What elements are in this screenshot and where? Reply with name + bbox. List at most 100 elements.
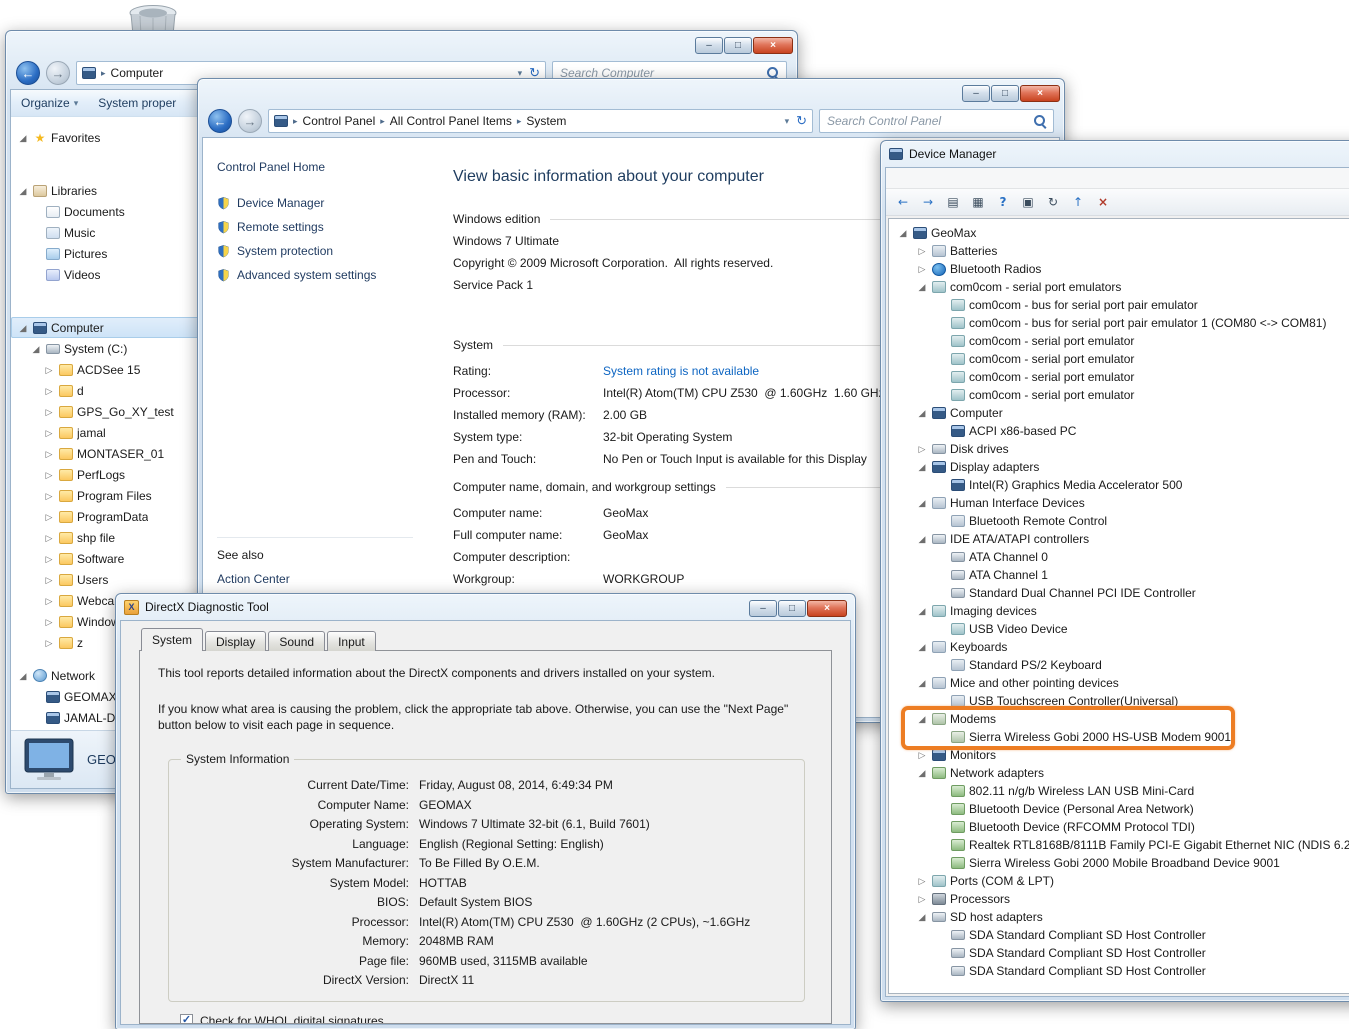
properties-icon[interactable] [967, 192, 989, 213]
help-icon[interactable] [992, 192, 1014, 213]
expander-icon[interactable]: ◢ [916, 533, 928, 545]
expander-icon[interactable]: ▷ [43, 595, 55, 607]
expander-icon[interactable]: ◢ [916, 641, 928, 653]
expander-icon[interactable]: ◢ [916, 767, 928, 779]
organize-button[interactable]: Organize ▾ [21, 96, 78, 110]
whql-checkbox[interactable]: ✓ Check for WHQL digital signatures [180, 1014, 817, 1023]
tree-item-folder[interactable]: ▷ d [11, 380, 199, 401]
expander-icon[interactable]: ◢ [916, 911, 928, 923]
expander-icon[interactable]: ▷ [916, 893, 928, 905]
maximize-button[interactable] [724, 37, 752, 54]
minimize-button[interactable] [749, 600, 777, 617]
tree-item-folder[interactable]: ▷ shp file [11, 527, 199, 548]
show-icon[interactable] [942, 192, 964, 213]
close-button[interactable] [753, 37, 793, 54]
device-item[interactable]: Standard PS/2 Keyboard [889, 656, 1349, 674]
expander-icon[interactable]: ◢ [916, 407, 928, 419]
search-box[interactable]: Search Control Panel [819, 109, 1054, 133]
tree-item-folder[interactable]: ▷ jamal [11, 422, 199, 443]
tree-item-folder[interactable]: ▷ ACDSee 15 [11, 359, 199, 380]
uninstall-icon[interactable] [1092, 192, 1114, 213]
expander-icon[interactable]: ◢ [17, 132, 29, 144]
expander-icon[interactable]: ▷ [43, 553, 55, 565]
sidebar-item-remote-settings[interactable]: Remote settings [217, 220, 433, 234]
expander-icon[interactable]: ▷ [43, 511, 55, 523]
tree-item-computer[interactable]: ◢ Computer [11, 317, 199, 338]
device-category-disk-drives[interactable]: ▷ Disk drives [889, 440, 1349, 458]
device-category-bluetooth-radios[interactable]: ▷ Bluetooth Radios [889, 260, 1349, 278]
device-item[interactable]: com0com - serial port emulator [889, 350, 1349, 368]
expander-icon[interactable]: ◢ [17, 670, 29, 682]
expander-icon[interactable]: ▷ [916, 875, 928, 887]
expander-icon[interactable]: ◢ [916, 713, 928, 725]
expander-icon[interactable]: ▷ [43, 448, 55, 460]
back-button[interactable]: ← [208, 109, 232, 133]
device-item[interactable]: 802.11 n/g/b Wireless LAN USB Mini-Card [889, 782, 1349, 800]
tab-display[interactable]: Display [205, 631, 267, 651]
device-item[interactable]: Standard Dual Channel PCI IDE Controller [889, 584, 1349, 602]
device-item[interactable]: USB Touchscreen Controller(Universal) [889, 692, 1349, 710]
tree-item-pictures[interactable]: Pictures [11, 243, 199, 264]
device-category-ports[interactable]: ▷ Ports (COM & LPT) [889, 872, 1349, 890]
device-item[interactable]: SDA Standard Compliant SD Host Controlle… [889, 962, 1349, 980]
expander-icon[interactable]: ▷ [43, 532, 55, 544]
device-item[interactable]: Intel(R) Graphics Media Accelerator 500 [889, 476, 1349, 494]
device-category-mice[interactable]: ◢ Mice and other pointing devices [889, 674, 1349, 692]
device-item-sierra-modem[interactable]: Sierra Wireless Gobi 2000 HS-USB Modem 9… [889, 728, 1349, 746]
expander-icon[interactable]: ▷ [43, 427, 55, 439]
device-item[interactable]: USB Video Device [889, 620, 1349, 638]
tab-system[interactable]: System [141, 628, 204, 651]
expander-icon[interactable]: ◢ [897, 227, 909, 239]
device-item[interactable]: SDA Standard Compliant SD Host Controlle… [889, 926, 1349, 944]
refresh-icon[interactable]: ↻ [796, 113, 807, 129]
breadcrumb-control-panel[interactable]: Control Panel [303, 114, 376, 128]
maximize-button[interactable] [991, 85, 1019, 102]
tab-input[interactable]: Input [327, 631, 376, 651]
expander-icon[interactable]: ▷ [43, 490, 55, 502]
address-dropdown-icon[interactable]: ▾ [785, 116, 790, 127]
expander-icon[interactable]: ▷ [43, 637, 55, 649]
device-category-monitors[interactable]: ▷ Monitors [889, 746, 1349, 764]
minimize-button[interactable] [695, 37, 723, 54]
device-item[interactable]: SDA Standard Compliant SD Host Controlle… [889, 944, 1349, 962]
device-item[interactable]: com0com - bus for serial port pair emula… [889, 314, 1349, 332]
close-button[interactable] [807, 600, 847, 617]
expander-icon[interactable]: ▷ [43, 469, 55, 481]
sidebar-item-control-panel-home[interactable]: Control Panel Home [217, 160, 433, 174]
device-category-ide[interactable]: ◢ IDE ATA/ATAPI controllers [889, 530, 1349, 548]
maximize-button[interactable] [778, 600, 806, 617]
tree-item-folder[interactable]: ▷ ProgramData [11, 506, 199, 527]
tree-item-favorites[interactable]: ◢ Favorites [11, 127, 199, 148]
device-category-computer[interactable]: ◢ Computer [889, 404, 1349, 422]
device-item[interactable]: Realtek RTL8168B/8111B Family PCI-E Giga… [889, 836, 1349, 854]
forward-button[interactable]: → [46, 61, 70, 85]
expander-icon[interactable]: ▷ [916, 443, 928, 455]
breadcrumb-all-items[interactable]: All Control Panel Items [390, 114, 512, 128]
device-category-modems[interactable]: ◢ Modems [889, 710, 1349, 728]
sidebar-item-device-manager[interactable]: Device Manager [217, 196, 433, 210]
tree-item-folder[interactable]: ▷ GPS_Go_XY_test [11, 401, 199, 422]
tree-item-folder[interactable]: ▷ PerfLogs [11, 464, 199, 485]
tree-item-system-c[interactable]: ◢ System (C:) [11, 338, 199, 359]
expander-icon[interactable]: ◢ [17, 322, 29, 334]
device-item[interactable]: Bluetooth Device (RFCOMM Protocol TDI) [889, 818, 1349, 836]
device-item[interactable]: Bluetooth Remote Control [889, 512, 1349, 530]
device-item[interactable]: ATA Channel 0 [889, 548, 1349, 566]
expander-icon[interactable]: ▷ [43, 385, 55, 397]
device-icon[interactable] [1017, 192, 1039, 213]
expander-icon[interactable]: ◢ [30, 343, 42, 355]
device-category-com0com[interactable]: ◢ com0com - serial port emulators [889, 278, 1349, 296]
device-item[interactable]: com0com - serial port emulator [889, 368, 1349, 386]
breadcrumb-computer[interactable]: Computer [111, 66, 164, 80]
expander-icon[interactable]: ◢ [916, 605, 928, 617]
expander-icon[interactable]: ▷ [43, 364, 55, 376]
device-item[interactable]: com0com - bus for serial port pair emula… [889, 296, 1349, 314]
expander-icon[interactable]: ◢ [916, 677, 928, 689]
tree-item-videos[interactable]: Videos [11, 264, 199, 285]
tree-item-documents[interactable]: Documents [11, 201, 199, 222]
expander-icon[interactable]: ◢ [17, 185, 29, 197]
address-dropdown-icon[interactable]: ▾ [518, 68, 523, 79]
device-category-imaging[interactable]: ◢ Imaging devices [889, 602, 1349, 620]
expander-icon[interactable]: ◢ [916, 461, 928, 473]
breadcrumb-system[interactable]: System [526, 114, 566, 128]
